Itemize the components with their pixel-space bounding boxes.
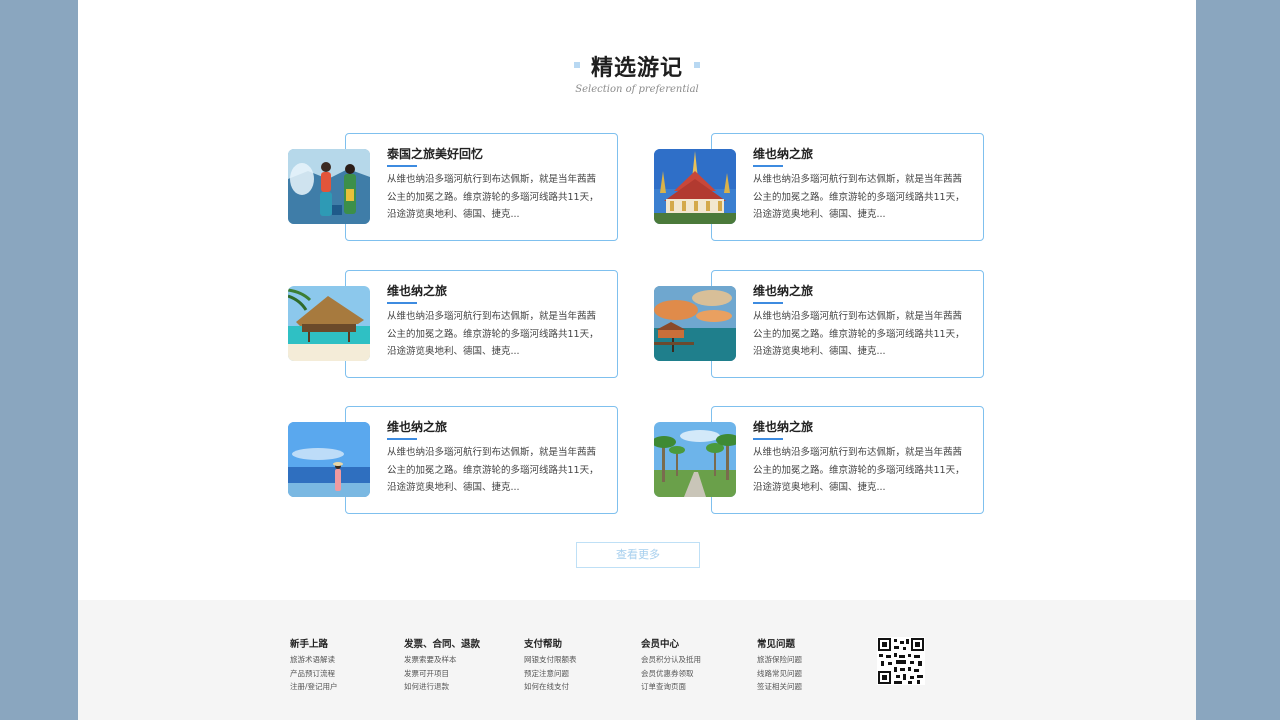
footer-link[interactable]: 如何进行退款 bbox=[404, 680, 480, 694]
footer-column: 会员中心 会员积分认及抵用 会员优惠券领取 订单查询页面 bbox=[641, 636, 701, 694]
palm-road-photo[interactable] bbox=[654, 422, 736, 497]
footer-link[interactable]: 会员积分认及抵用 bbox=[641, 653, 701, 667]
footer-link[interactable]: 注册/登记用户 bbox=[290, 680, 338, 694]
card-description: 从维也纳沿多瑙河航行到布达佩斯，就是当年茜茜公主的加冕之路。维京游轮的多瑙河线路… bbox=[387, 447, 599, 493]
travel-note-card[interactable]: 维也纳之旅 从维也纳沿多瑙河航行到布达佩斯，就是当年茜茜公主的加冕之路。维京游轮… bbox=[288, 406, 618, 514]
footer-link[interactable]: 会员优惠券领取 bbox=[641, 667, 701, 681]
title-underline bbox=[387, 165, 417, 167]
title-underline bbox=[753, 165, 783, 167]
travel-note-card[interactable]: 维也纳之旅 从维也纳沿多瑙河航行到布达佩斯，就是当年茜茜公主的加冕之路。维京游轮… bbox=[654, 133, 984, 241]
view-more-button[interactable]: 查看更多 bbox=[576, 542, 700, 568]
travel-note-card[interactable]: 维也纳之旅 从维也纳沿多瑙河航行到布达佩斯，就是当年茜茜公主的加冕之路。维京游轮… bbox=[654, 270, 984, 378]
footer-link[interactable]: 预定注意问题 bbox=[524, 667, 577, 681]
card-description: 从维也纳沿多瑙河航行到布达佩斯，就是当年茜茜公主的加冕之路。维京游轮的多瑙河线路… bbox=[753, 447, 965, 493]
footer: 新手上路 旅游术语解读 产品预订流程 注册/登记用户 发票、合同、退款 发票索要… bbox=[78, 600, 1196, 720]
seaside-girl-photo[interactable] bbox=[288, 422, 370, 497]
title-deco-right bbox=[694, 62, 700, 68]
footer-link[interactable]: 网银支付限额表 bbox=[524, 653, 577, 667]
footer-column: 发票、合同、退款 发票索要及样本 发票可开项目 如何进行退款 bbox=[404, 636, 480, 694]
footer-link[interactable]: 线路常见问题 bbox=[757, 667, 802, 681]
title-underline bbox=[387, 438, 417, 440]
card-title[interactable]: 维也纳之旅 bbox=[387, 418, 447, 435]
footer-link[interactable]: 发票索要及样本 bbox=[404, 653, 480, 667]
qr-code-icon bbox=[877, 637, 925, 685]
footer-column-title: 会员中心 bbox=[641, 639, 680, 650]
footer-column: 新手上路 旅游术语解读 产品预订流程 注册/登记用户 bbox=[290, 636, 338, 694]
travel-note-card[interactable]: 维也纳之旅 从维也纳沿多瑙河航行到布达佩斯，就是当年茜茜公主的加冕之路。维京游轮… bbox=[288, 270, 618, 378]
card-description: 从维也纳沿多瑙河航行到布达佩斯，就是当年茜茜公主的加冕之路。维京游轮的多瑙河线路… bbox=[387, 311, 599, 357]
card-title[interactable]: 维也纳之旅 bbox=[753, 282, 813, 299]
card-description: 从维也纳沿多瑙河航行到布达佩斯，就是当年茜茜公主的加冕之路。维京游轮的多瑙河线路… bbox=[753, 174, 965, 220]
footer-link[interactable]: 产品预订流程 bbox=[290, 667, 338, 681]
footer-column-title: 发票、合同、退款 bbox=[404, 639, 481, 650]
footer-column: 支付帮助 网银支付限额表 预定注意问题 如何在线支付 bbox=[524, 636, 577, 694]
footer-link[interactable]: 旅游术语解读 bbox=[290, 653, 338, 667]
card-title[interactable]: 维也纳之旅 bbox=[387, 282, 447, 299]
card-description: 从维也纳沿多瑙河航行到布达佩斯，就是当年茜茜公主的加冕之路。维京游轮的多瑙河线路… bbox=[753, 311, 965, 357]
card-title[interactable]: 维也纳之旅 bbox=[753, 418, 813, 435]
footer-link[interactable]: 如何在线支付 bbox=[524, 680, 577, 694]
beach-hut-photo[interactable] bbox=[288, 286, 370, 361]
title-underline bbox=[753, 302, 783, 304]
page: 精选游记 Selection of preferential 泰国之旅美好回忆 bbox=[78, 0, 1196, 720]
grand-palace-photo[interactable] bbox=[654, 149, 736, 224]
card-title[interactable]: 维也纳之旅 bbox=[753, 145, 813, 162]
title-underline bbox=[753, 438, 783, 440]
title-underline bbox=[387, 302, 417, 304]
footer-link[interactable]: 订单查询页面 bbox=[641, 680, 701, 694]
card-title[interactable]: 泰国之旅美好回忆 bbox=[387, 145, 483, 162]
footer-column: 常见问题 旅游保险问题 线路常见问题 签证相关问题 bbox=[757, 636, 802, 694]
travel-note-card[interactable]: 泰国之旅美好回忆 从维也纳沿多瑙河航行到布达佩斯，就是当年茜茜公主的加冕之路。维… bbox=[288, 133, 618, 241]
travel-note-card[interactable]: 维也纳之旅 从维也纳沿多瑙河航行到布达佩斯，就是当年茜茜公主的加冕之路。维京游轮… bbox=[654, 406, 984, 514]
section-subtitle: Selection of preferential bbox=[575, 84, 699, 95]
section-header: 精选游记 Selection of preferential bbox=[78, 50, 1196, 95]
section-title-wrap: 精选游记 bbox=[573, 50, 700, 82]
sunset-villa-photo[interactable] bbox=[654, 286, 736, 361]
card-description: 从维也纳沿多瑙河航行到布达佩斯，就是当年茜茜公主的加冕之路。维京游轮的多瑙河线路… bbox=[387, 174, 599, 220]
footer-link[interactable]: 签证相关问题 bbox=[757, 680, 802, 694]
footer-column-title: 新手上路 bbox=[290, 639, 329, 650]
footer-link[interactable]: 发票可开项目 bbox=[404, 667, 480, 681]
footer-column-title: 常见问题 bbox=[757, 639, 796, 650]
title-deco-left bbox=[573, 62, 580, 68]
footer-column-title: 支付帮助 bbox=[524, 639, 563, 650]
water-festival-photo[interactable] bbox=[288, 149, 370, 224]
footer-link[interactable]: 旅游保险问题 bbox=[757, 653, 802, 667]
section-title: 精选游记 bbox=[590, 56, 683, 81]
